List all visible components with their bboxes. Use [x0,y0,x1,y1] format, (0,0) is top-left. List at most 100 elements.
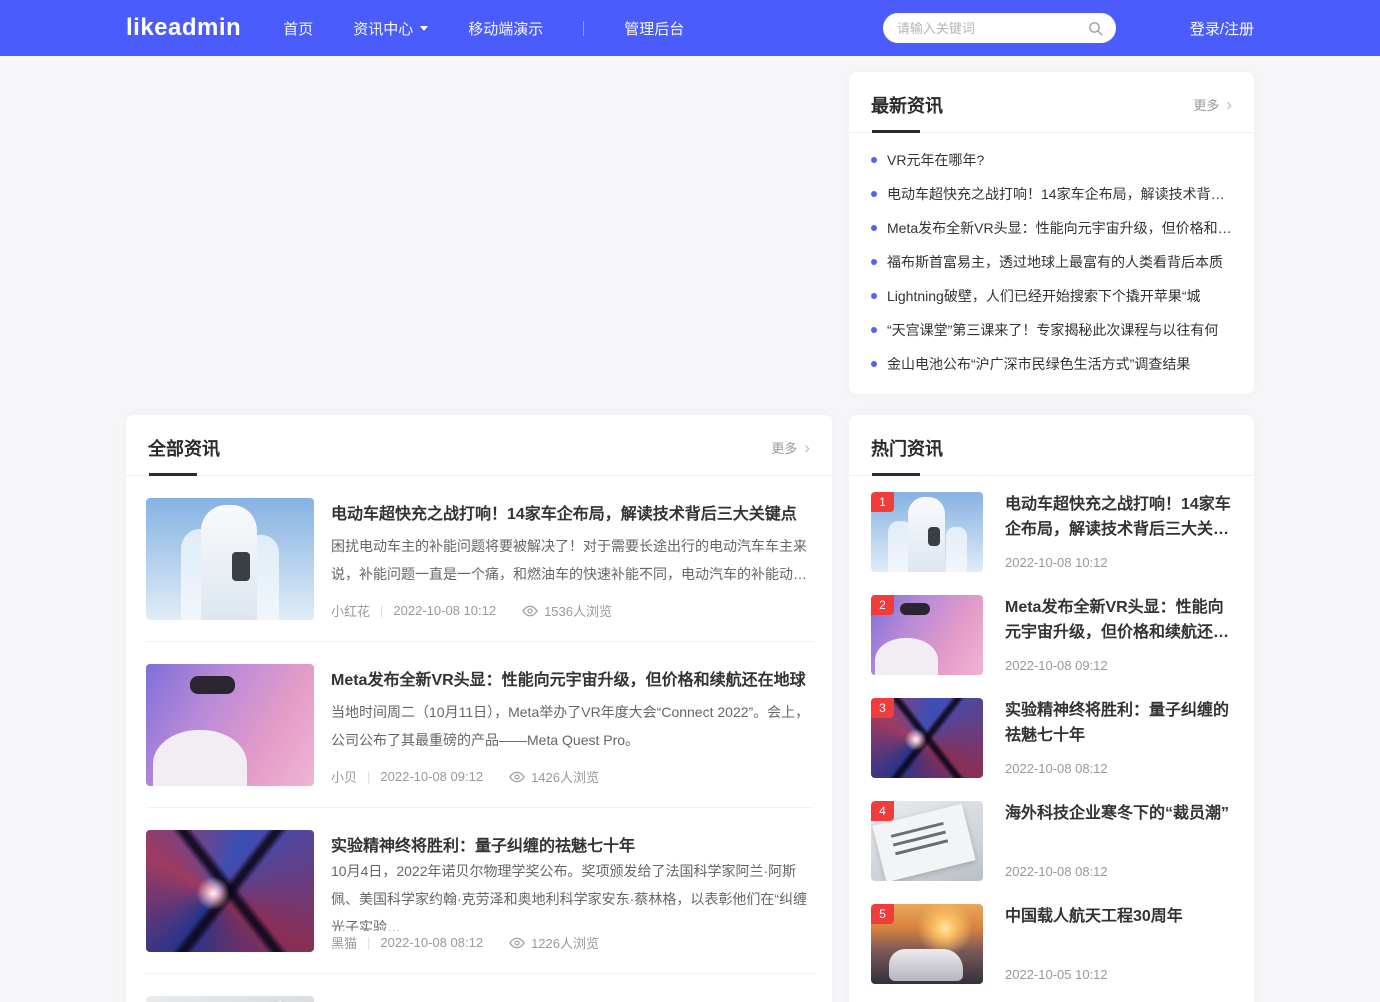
bullet-dot-icon [871,293,877,299]
bullet-dot-icon [871,259,877,265]
hot-item-thumbnail: 1 [871,492,983,572]
article-views: 1426人浏览 [509,767,599,786]
latest-news-item[interactable]: 福布斯首富易主，透过地球上最富有的人类看背后本质 [871,245,1232,279]
hot-news-item[interactable]: 1 电动车超快充之战打响！14家车企布局，解读技术背后三大关键点 2022-10… [871,492,1232,572]
article-thumbnail [146,830,314,952]
latest-news-item[interactable]: “天宫课堂”第三课来了！专家揭秘此次课程与以往有何 [871,313,1232,347]
meta-divider: | [370,603,393,618]
article-row[interactable]: 海外科技企业寒冬下的“裁员潮” | [146,974,814,1002]
navbar: likeadmin 首页 资讯中心 移动端演示 管理后台 登录/注册 [0,0,1380,56]
hot-item-date: 2022-10-08 08:12 [1005,864,1232,879]
article-title: 电动车超快充之战打响！14家车企布局，解读技术背后三大关键点 [331,500,814,524]
all-news-header: 全部资讯 更多› [126,415,832,476]
latest-news-item[interactable]: 金山电池公布“沪广深市民绿色生活方式”调查结果 [871,347,1232,381]
article-row[interactable]: 实验精神终将胜利：量子纠缠的祛魅七十年 10月4日，2022年诺贝尔物理学奖公布… [146,808,814,974]
rank-badge: 3 [871,698,894,718]
hot-item-thumbnail: 4 [871,801,983,881]
article-author: 黑猫 [331,933,357,952]
article-thumbnail [146,498,314,620]
latest-news-item[interactable]: Lightning破壁，人们已经开始搜索下个撬开苹果“城 [871,279,1232,313]
eye-icon [522,603,538,619]
hot-item-title: 海外科技企业寒冬下的“裁员潮” [1005,801,1232,826]
login-register-link[interactable]: 登录/注册 [1190,18,1254,39]
article-date: 2022-10-08 08:12 [380,935,483,950]
article-row[interactable]: Meta发布全新VR头显：性能向元宇宙升级，但价格和续航还在地球 当地时间周二（… [146,642,814,808]
article-excerpt: 困扰电动车主的补能问题将要被解决了！对于需要长途出行的电动汽车车主来说，补能问题… [331,532,814,588]
article-thumbnail [146,996,314,1002]
more-label: 更多 [771,438,797,457]
hot-item-date: 2022-10-08 08:12 [1005,761,1232,776]
hot-item-date: 2022-10-05 10:12 [1005,967,1232,982]
logo[interactable]: likeadmin [126,14,241,42]
hot-news-item[interactable]: 3 实验精神终将胜利：量子纠缠的祛魅七十年 2022-10-08 08:12 [871,698,1232,778]
article-title: 海外科技企业寒冬下的“裁员潮” [331,998,814,1002]
latest-news-item[interactable]: Meta发布全新VR头显：性能向元宇宙升级，但价格和续…还 [871,211,1232,245]
hot-item-thumbnail: 5 [871,904,983,984]
latest-news-title: Lightning破壁，人们已经开始搜索下个撬开苹果“城 [887,286,1201,306]
latest-news-item[interactable]: VR元年在哪年? [871,143,1232,177]
hot-item-date: 2022-10-08 10:12 [1005,555,1232,570]
article-author: 小贝 [331,767,357,786]
hot-news-header: 热门资讯 [849,415,1254,476]
eye-icon [509,935,525,951]
views-count: 1536人浏览 [544,601,612,620]
hot-news-item[interactable]: 4 海外科技企业寒冬下的“裁员潮” 2022-10-08 08:12 [871,801,1232,881]
latest-news-card: 最新资讯 更多› VR元年在哪年? 电动车超快充之战打响！14家车企布局，解读技… [849,72,1254,394]
latest-news-title: 电动车超快充之战打响！14家车企布局，解读技术背后三… [887,184,1232,204]
hot-item-date: 2022-10-08 09:12 [1005,658,1232,673]
hot-item-title: 实验精神终将胜利：量子纠缠的祛魅七十年 [1005,698,1232,748]
meta-divider: | [357,769,380,784]
latest-news-title: Meta发布全新VR头显：性能向元宇宙升级，但价格和续…还 [887,218,1232,238]
eye-icon [509,769,525,785]
chevron-down-icon [420,26,428,35]
latest-news-item[interactable]: 电动车超快充之战打响！14家车企布局，解读技术背后三… [871,177,1232,211]
nav-item-admin[interactable]: 管理后台 [624,0,684,56]
chevron-right-icon: › [1226,98,1232,111]
main-nav: 首页 资讯中心 移动端演示 管理后台 [283,0,724,56]
hot-news-list: 1 电动车超快充之战打响！14家车企布局，解读技术背后三大关键点 2022-10… [849,476,1254,984]
bullet-dot-icon [871,327,877,333]
nav-item-label: 移动端演示 [468,18,543,39]
card-title: 最新资讯 [871,92,943,132]
bullet-dot-icon [871,225,877,231]
latest-news-title: 金山电池公布“沪广深市民绿色生活方式”调查结果 [887,354,1190,374]
views-count: 1426人浏览 [531,767,599,786]
hot-item-thumbnail: 3 [871,698,983,778]
bullet-dot-icon [871,361,877,367]
latest-news-title: “天宫课堂”第三课来了！专家揭秘此次课程与以往有何 [887,320,1218,340]
search-input[interactable] [897,21,1087,36]
hot-news-card: 热门资讯 1 电动车超快充之战打响！14家车企布局，解读技术背后三大关键点 20… [849,415,1254,1002]
article-thumbnail [146,664,314,786]
latest-news-header: 最新资讯 更多› [849,72,1254,133]
bullet-dot-icon [871,191,877,197]
hot-news-item[interactable]: 2 Meta发布全新VR头显：性能向元宇宙升级，但价格和续航还在地球 2022-… [871,595,1232,675]
rank-badge: 2 [871,595,894,615]
all-news-card: 全部资讯 更多› 电动车超快充之战打响！14家车企布局，解读技术背后三大关键点 … [126,415,832,1002]
article-meta: 黑猫 | 2022-10-08 08:12 1226人浏览 [331,933,814,952]
article-meta: 小贝 | 2022-10-08 09:12 1426人浏览 [331,767,814,786]
article-meta: 小红花 | 2022-10-08 10:12 1536人浏览 [331,601,814,620]
nav-item-news-center[interactable]: 资讯中心 [353,0,428,56]
search-box [883,13,1116,43]
more-link[interactable]: 更多› [771,438,810,457]
article-row[interactable]: 电动车超快充之战打响！14家车企布局，解读技术背后三大关键点 困扰电动车主的补能… [146,476,814,642]
search-icon[interactable] [1087,20,1104,37]
article-views: 1226人浏览 [509,933,599,952]
nav-item-home[interactable]: 首页 [283,0,313,56]
nav-item-label: 首页 [283,18,313,39]
card-title: 全部资讯 [148,435,220,475]
hot-news-item[interactable]: 5 中国载人航天工程30周年 2022-10-05 10:12 [871,904,1232,984]
article-list: 电动车超快充之战打响！14家车企布局，解读技术背后三大关键点 困扰电动车主的补能… [126,476,832,1002]
article-date: 2022-10-08 10:12 [393,603,496,618]
article-views: 1536人浏览 [522,601,612,620]
meta-divider: | [357,935,380,950]
nav-divider [583,21,584,36]
views-count: 1226人浏览 [531,933,599,952]
nav-item-mobile-demo[interactable]: 移动端演示 [468,0,543,56]
nav-item-label: 管理后台 [624,18,684,39]
more-link[interactable]: 更多› [1193,95,1232,114]
latest-news-title: VR元年在哪年? [887,150,984,170]
latest-news-list: VR元年在哪年? 电动车超快充之战打响！14家车企布局，解读技术背后三… Met… [849,133,1254,381]
rank-badge: 1 [871,492,894,512]
rank-badge: 4 [871,801,894,821]
